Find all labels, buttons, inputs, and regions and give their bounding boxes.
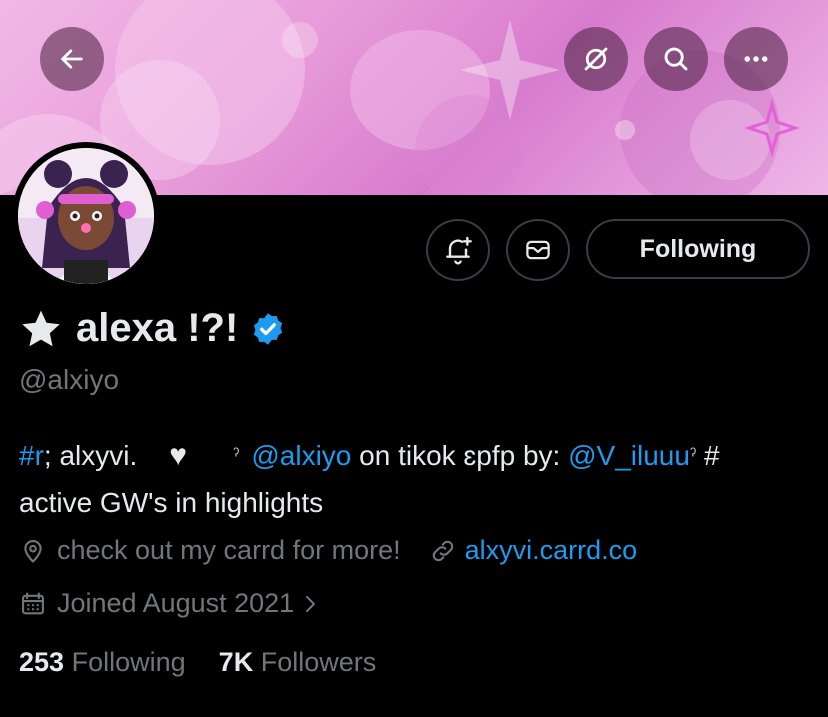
following-button[interactable]: Following xyxy=(586,219,810,279)
follow-stats: 253 Following 7K Followers xyxy=(19,647,376,678)
bio-line-2: active GW's in highlights xyxy=(19,487,324,518)
hashtag-link[interactable]: #r xyxy=(19,440,44,471)
avatar-image xyxy=(18,148,154,284)
location-pin-icon xyxy=(24,539,42,563)
bio-line-1: #r; alxyvi. ♥ ˀ @alxiyo on tikok ɛpfp by: @… xyxy=(19,432,819,479)
following-button-label: Following xyxy=(639,234,757,263)
following-stat[interactable]: 253 Following xyxy=(19,647,186,677)
bio-text: ; alxyvi. xyxy=(43,440,138,471)
display-name-row: alexa !?! xyxy=(18,306,286,351)
search-button[interactable] xyxy=(644,27,708,91)
followers-stat[interactable]: 7K Followers xyxy=(219,647,377,677)
followers-count: 7K xyxy=(218,647,254,677)
mention-link-v-iluuu[interactable]: @V_iluuu xyxy=(568,440,690,471)
followers-stat-label: Followers xyxy=(260,647,377,677)
star-icon xyxy=(22,310,60,346)
profile-meta-row: check out my carrd for more! alxyvi.carr… xyxy=(19,535,637,566)
slashed-circle-icon xyxy=(584,47,608,71)
display-name: alexa !?! xyxy=(76,306,239,350)
message-button[interactable] xyxy=(506,219,570,281)
back-button[interactable] xyxy=(40,27,104,91)
arrow-left-icon xyxy=(61,49,83,69)
bio-text: on tikok ɛpfp by: xyxy=(351,440,569,471)
website-link[interactable]: alxyvi.carrd.co xyxy=(465,535,638,566)
following-stat-label: Following xyxy=(71,647,186,677)
more-dots-icon xyxy=(744,56,768,62)
bio: #r; alxyvi. ♥ ˀ @alxiyo on tikok ɛpfp by: @… xyxy=(19,432,819,526)
profile-handle: @alxiyo xyxy=(19,364,120,395)
link-icon xyxy=(432,540,453,561)
mention-link-alxiyo[interactable]: @alxiyo xyxy=(251,440,351,471)
bio-text: # xyxy=(696,440,720,471)
bell-plus-icon xyxy=(446,236,472,265)
more-button[interactable] xyxy=(724,27,788,91)
chevron-right-icon xyxy=(306,595,316,612)
grok-button[interactable] xyxy=(564,27,628,91)
notify-button[interactable] xyxy=(426,219,490,281)
joined-date: Joined August 2021 xyxy=(57,588,295,618)
verified-badge-icon[interactable] xyxy=(250,311,286,347)
envelope-icon xyxy=(526,240,550,260)
joined-row[interactable]: Joined August 2021 xyxy=(19,588,322,619)
avatar[interactable] xyxy=(12,142,160,290)
search-icon xyxy=(664,47,688,71)
location-text: check out my carrd for more! xyxy=(57,535,401,565)
bio-separator: ˀ xyxy=(233,445,240,465)
calendar-icon xyxy=(22,591,44,614)
following-count: 253 xyxy=(19,647,65,677)
heart-icon: ♥ xyxy=(169,439,188,472)
